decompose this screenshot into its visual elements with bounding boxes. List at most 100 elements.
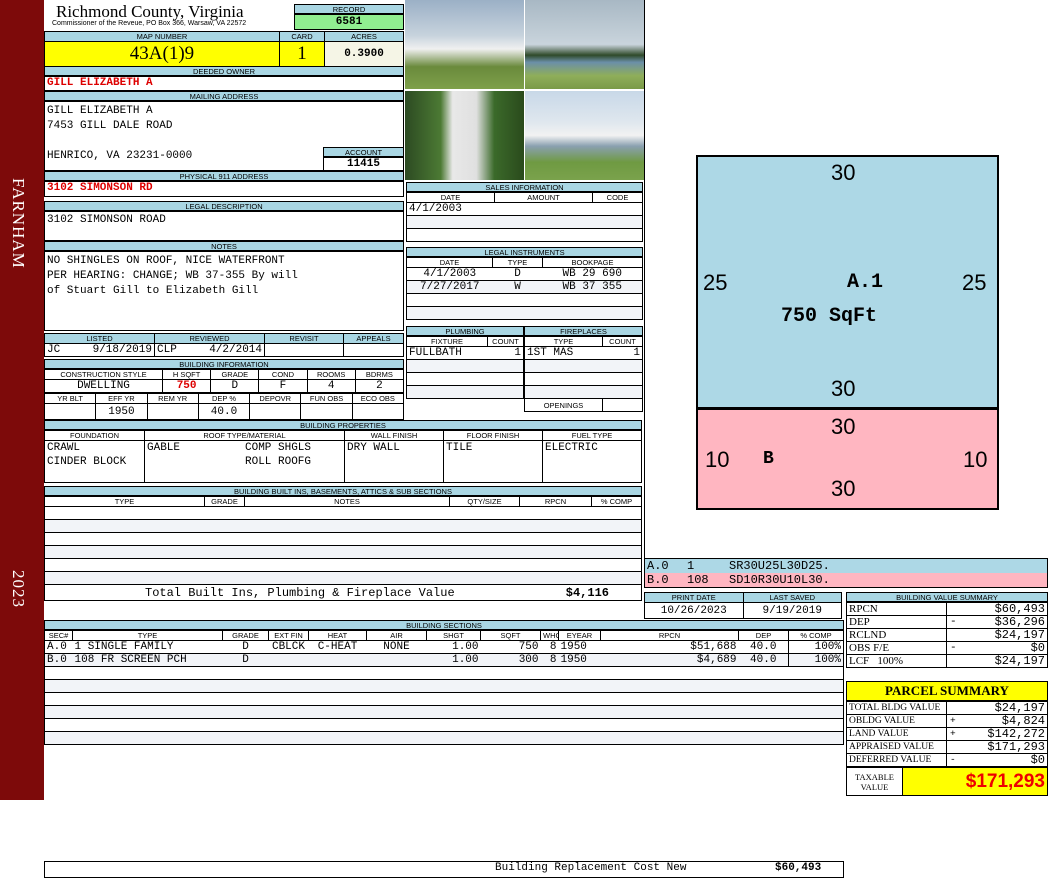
dim-label: 10	[963, 447, 988, 472]
notes-label: NOTES	[44, 241, 404, 251]
rooms: 4	[306, 379, 356, 393]
builtins-total-label: Total Built Ins, Plumbing & Fireplace Va…	[145, 585, 455, 600]
section-row[interactable]: B.0 108 FR SCREEN PCH D 1.00 300 8 1950 $4,689 4…	[44, 653, 844, 667]
col-header: DATE	[406, 257, 493, 268]
col-header: BDRMS	[354, 369, 405, 380]
owner-name: GILL ELIZABETH A	[44, 76, 404, 91]
col-header: CODE	[592, 192, 643, 203]
empty-row	[44, 679, 844, 693]
section-cell: 108 FR SCREEN PCH	[72, 653, 223, 667]
section-cell: 1.00	[426, 653, 481, 667]
mailing-line2: 7453 GILL DALE ROAD	[47, 120, 173, 132]
section-label: B	[763, 449, 774, 469]
summary-value: $24,197	[994, 701, 1045, 715]
section-row[interactable]: A.0 1 SINGLE FAMILY D CBLCK C-HEAT NONE 1.00 75…	[44, 640, 844, 654]
review-table: LISTED REVIEWED REVISIT APPEALS JC 9/18/2019…	[44, 333, 404, 357]
dim-label: 25	[962, 270, 987, 295]
vector-sec: A.0	[647, 559, 669, 573]
dates-box: PRINT DATE LAST SAVED 10/26/2023 9/19/2019	[644, 592, 842, 619]
instrument-type: D	[514, 268, 521, 280]
section-cell: C-HEAT	[308, 640, 367, 654]
summary-row: RPCN $60,493	[846, 602, 1048, 616]
col-header: TYPE	[524, 336, 603, 347]
building-sections: BUILDING SECTIONS SEC# TYPE GRADE EXT FIN HE…	[44, 620, 844, 878]
physical-address: 3102 SIMONSON RD	[44, 181, 404, 197]
col-header: APPEALS	[343, 333, 404, 344]
plumbing: PLUMBING FIXTURE COUNT FULLBATH 1	[406, 326, 524, 399]
fixture-count: 1	[487, 346, 524, 360]
fixture: FULLBATH	[406, 346, 488, 360]
col-header: EYEAR	[558, 630, 601, 641]
reviewed-date: 4/2/2014	[209, 344, 262, 356]
summary-row: LAND VALUE + $142,272	[846, 727, 1048, 741]
note-line: NO SHINGLES ON ROOF, NICE WATERFRONT	[47, 255, 285, 267]
dim-label: 30	[831, 160, 856, 185]
section-cell: B.0	[44, 653, 73, 667]
sketch-area[interactable]: 30 30 25 25 A.1 750 SqFt 30 30 10 10 B	[644, 0, 1050, 558]
value-summary-label: BUILDING VALUE SUMMARY	[846, 592, 1048, 602]
summary-row: LCF 100% $24,197	[846, 654, 1048, 668]
plumbing-label: PLUMBING	[406, 326, 524, 336]
account-number: 11415	[323, 157, 404, 171]
print-date-label: PRINT DATE	[644, 592, 744, 603]
summary-label: LAND VALUE	[846, 727, 947, 741]
foundation: CINDER BLOCK	[47, 456, 127, 468]
summary-row: APPRAISED VALUE $171,293	[846, 740, 1048, 754]
summary-sign: -	[950, 616, 957, 628]
mailing-label: MAILING ADDRESS	[44, 91, 404, 101]
col-header: DEPOVR	[249, 393, 302, 404]
col-header: % COMP	[591, 496, 642, 507]
floor-finish: TILE	[443, 440, 543, 483]
property-photo[interactable]	[405, 91, 524, 180]
taxable-value: $171,293	[902, 767, 1048, 796]
vector-sec: B.0	[647, 573, 669, 587]
col-header: GRADE	[210, 369, 260, 380]
col-header: ECO OBS	[351, 393, 405, 404]
col-header: WALL FINISH	[344, 430, 444, 441]
col-header: AIR	[366, 630, 427, 641]
listed-by: JC	[47, 344, 61, 356]
section-cell: $4,689	[600, 653, 739, 667]
section-cell: $51,688	[600, 640, 739, 654]
note-line: of Stuart Gill to Elizabeth Gill	[47, 285, 259, 297]
col-header: REM YR	[146, 393, 199, 404]
construction-style: DWELLING	[44, 379, 163, 393]
sketch-vectors: A.0 1 SR30U25L30D25. B.0 108 SD10R30U10L30.	[644, 558, 1048, 588]
col-header: RPCN	[600, 630, 739, 641]
section-cell	[268, 653, 309, 667]
col-header: TYPE	[72, 630, 223, 641]
dim-label: 30	[831, 476, 856, 501]
col-header: FUN OBS	[300, 393, 353, 404]
section-cell: A.0	[44, 640, 73, 654]
taxable-label: TAXABLE VALUE	[846, 767, 903, 796]
openings-label: OPENINGS	[524, 398, 603, 412]
dim-label: 10	[705, 447, 730, 472]
last-saved-label: LAST SAVED	[742, 592, 842, 603]
property-photo[interactable]	[405, 0, 524, 89]
roof-material: COMP SHGLS	[245, 442, 312, 454]
note-line: PER HEARING: CHANGE; WB 37-355 By will	[47, 270, 298, 282]
properties-label: BUILDING PROPERTIES	[44, 420, 642, 430]
account-label: ACCOUNT	[323, 147, 404, 157]
vector-path: SD10R30U10L30.	[729, 573, 830, 587]
wall-finish: DRY WALL	[344, 440, 444, 483]
col-header: NOTES	[244, 496, 450, 507]
col-header: SQFT	[480, 630, 541, 641]
sections-total: $60,493	[775, 862, 822, 874]
hsqft: 750	[161, 379, 212, 393]
physical-label: PHYSICAL 911 ADDRESS	[44, 171, 404, 181]
fireplaces-label: FIREPLACES	[524, 326, 643, 336]
summary-value: $0	[1030, 641, 1045, 655]
sale-date: 4/1/2003	[406, 202, 495, 216]
property-photo[interactable]	[525, 0, 644, 89]
section-cell: 300	[480, 653, 541, 667]
fireplace-type: 1ST MAS	[524, 346, 603, 360]
summary-value: $142,272	[987, 727, 1045, 741]
col-header: FUEL TYPE	[542, 430, 642, 441]
building-properties: BUILDING PROPERTIES FOUNDATION ROOF TYPE/…	[44, 420, 642, 483]
section-cell: D	[222, 640, 269, 654]
col-header: CONSTRUCTION STYLE	[44, 369, 163, 380]
property-photo[interactable]	[525, 91, 644, 180]
owner-label: DEEDED OWNER	[44, 66, 404, 76]
section-cell: 1950	[558, 640, 601, 654]
